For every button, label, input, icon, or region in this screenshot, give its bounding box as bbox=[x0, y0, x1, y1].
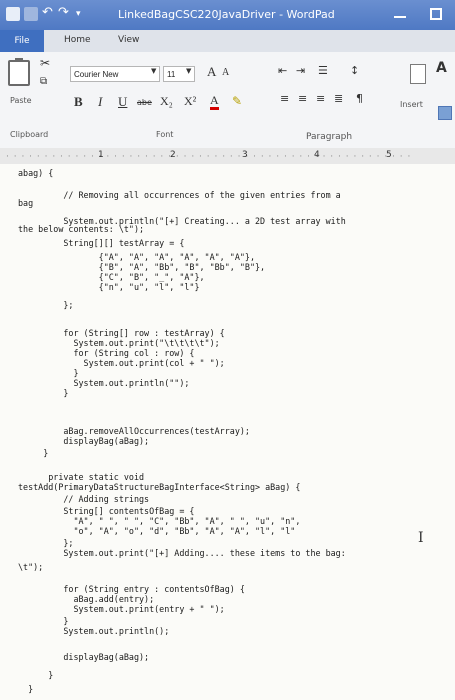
align-center-icon[interactable]: ≡ bbox=[298, 92, 307, 105]
align-left-icon[interactable]: ≡ bbox=[280, 92, 289, 105]
code-line: } bbox=[18, 448, 49, 458]
code-line: displayBag(aBag); bbox=[18, 652, 150, 662]
insert-picture-icon[interactable] bbox=[410, 64, 426, 84]
code-line: {"C", "B", "_", "A"}, bbox=[18, 272, 205, 282]
wordpad-app-icon[interactable] bbox=[6, 7, 20, 21]
line-spacing-icon[interactable]: ↕ bbox=[350, 64, 359, 77]
code-line: System.out.println(); bbox=[18, 626, 170, 636]
code-line: System.out.print(entry + " "); bbox=[18, 604, 225, 614]
editing-icon[interactable] bbox=[438, 106, 452, 120]
ruler-number: 1 bbox=[98, 150, 104, 160]
code-line: for (String[] row : testArray) { bbox=[18, 328, 225, 338]
ruler-number: 2 bbox=[170, 150, 176, 160]
clipboard-group-label: Clipboard bbox=[10, 130, 49, 139]
code-line: {"B", "A", "Bb", "B", "Bb", "B"}, bbox=[18, 262, 266, 272]
maximize-button[interactable] bbox=[430, 8, 442, 20]
decrease-indent-icon[interactable]: ⇤ bbox=[278, 64, 287, 77]
title-bar: ↶ ↷ ▾ LinkedBagCSC220JavaDriver - WordPa… bbox=[0, 0, 455, 30]
code-line: } bbox=[18, 616, 69, 626]
copy-icon[interactable]: ⧉ bbox=[40, 76, 47, 87]
chevron-down-icon[interactable]: ▼ bbox=[186, 67, 191, 75]
code-line: bag bbox=[18, 198, 34, 208]
ruler-ticks: · · · · · · · · · · · · · · · · · · · · … bbox=[6, 152, 412, 162]
code-line: String[][] testArray = { bbox=[18, 238, 185, 248]
code-line: displayBag(aBag); bbox=[18, 436, 150, 446]
tab-view[interactable]: View bbox=[118, 35, 139, 45]
cut-icon[interactable]: ✂ bbox=[40, 56, 50, 70]
code-line: System.out.print("[+] Adding.... these i… bbox=[18, 548, 346, 558]
paste-label[interactable]: Paste bbox=[10, 96, 32, 105]
paragraph-group-label: Paragraph bbox=[306, 132, 353, 142]
text-cursor-icon: I bbox=[418, 530, 424, 546]
redo-icon[interactable]: ↷ bbox=[58, 6, 70, 21]
code-line: for (String col : row) { bbox=[18, 348, 195, 358]
code-line: String[] contentsOfBag = { bbox=[18, 506, 195, 516]
code-line: the below contents: \t"); bbox=[18, 224, 145, 234]
code-line: aBag.removeAllOccurrences(testArray); bbox=[18, 426, 250, 436]
font-family-select[interactable]: Courier New bbox=[70, 66, 160, 82]
code-line: } bbox=[18, 368, 79, 378]
ruler-number: 4 bbox=[314, 150, 320, 160]
code-line: }; bbox=[18, 538, 74, 548]
highlight-pen-icon[interactable]: ✎ bbox=[232, 94, 242, 108]
bold-button[interactable]: B bbox=[74, 94, 83, 110]
code-line: "A", " ", " ", "C", "Bb", "A", " ", "u",… bbox=[18, 516, 301, 526]
code-line: testAdd(PrimaryDataStructureBagInterface… bbox=[18, 482, 301, 492]
font-group-label: Font bbox=[156, 130, 174, 139]
code-line: System.out.println(""); bbox=[18, 378, 190, 388]
paste-icon[interactable] bbox=[8, 58, 30, 86]
align-right-icon[interactable]: ≡ bbox=[316, 92, 325, 105]
code-line: // Removing all occurrences of the given… bbox=[18, 190, 341, 200]
font-color-button[interactable]: A bbox=[210, 94, 219, 110]
code-line: } bbox=[18, 684, 34, 694]
quick-access-dropdown-icon[interactable]: ▾ bbox=[76, 7, 88, 21]
ruler: · · · · · · · · · · · · · · · · · · · · … bbox=[0, 148, 455, 165]
minimize-button[interactable] bbox=[394, 10, 406, 18]
code-line: abag) { bbox=[18, 168, 54, 178]
italic-button[interactable]: I bbox=[98, 94, 102, 110]
code-line: \t"); bbox=[18, 562, 44, 572]
insert-label[interactable]: Insert bbox=[400, 100, 423, 109]
code-line: {"n", "u", "l", "l"} bbox=[18, 282, 200, 292]
ruler-number: 5 bbox=[386, 150, 392, 160]
code-line: }; bbox=[18, 300, 74, 310]
paragraph-icon[interactable]: ¶ bbox=[356, 92, 363, 105]
code-line: "o", "A", "o", "d", "Bb", "A", "A", "l",… bbox=[18, 526, 296, 536]
code-line: System.out.print(col + " "); bbox=[18, 358, 225, 368]
ribbon: ✂ ⧉ Paste Clipboard Courier New ▼ 11 ▼ A… bbox=[0, 52, 455, 149]
justify-icon[interactable]: ≣ bbox=[334, 92, 343, 105]
save-icon[interactable] bbox=[24, 7, 38, 21]
code-line: aBag.add(entry); bbox=[18, 594, 155, 604]
code-line: } bbox=[18, 670, 54, 680]
shrink-font-icon[interactable]: A bbox=[222, 67, 229, 78]
increase-indent-icon[interactable]: ⇥ bbox=[296, 64, 305, 77]
underline-button[interactable]: U bbox=[118, 94, 127, 110]
undo-icon[interactable]: ↶ bbox=[42, 6, 54, 21]
tab-file[interactable]: File bbox=[0, 30, 44, 52]
subscript-button[interactable]: X₂ bbox=[160, 94, 173, 109]
grow-font-icon[interactable]: A bbox=[207, 64, 216, 80]
document-area[interactable]: abag) { // Removing all occurrences of t… bbox=[0, 164, 455, 700]
find-icon[interactable]: A bbox=[436, 60, 447, 76]
ruler-number: 3 bbox=[242, 150, 248, 160]
superscript-button[interactable]: X² bbox=[184, 94, 196, 109]
window-title: LinkedBagCSC220JavaDriver - WordPad bbox=[118, 8, 335, 21]
tab-home[interactable]: Home bbox=[64, 35, 91, 45]
code-line: // Adding strings bbox=[18, 494, 150, 504]
code-line: private static void bbox=[18, 472, 145, 482]
code-line: System.out.print("\t\t\t\t"); bbox=[18, 338, 220, 348]
code-line: {"A", "A", "A", "A", "A", "A"}, bbox=[18, 252, 255, 262]
strikethrough-button[interactable]: abe bbox=[137, 98, 152, 107]
code-line: } bbox=[18, 388, 69, 398]
bullet-list-icon[interactable]: ☰ bbox=[318, 64, 328, 77]
code-line: for (String entry : contentsOfBag) { bbox=[18, 584, 245, 594]
menu-tabs: File Home View bbox=[0, 30, 455, 53]
chevron-down-icon[interactable]: ▼ bbox=[151, 67, 156, 75]
